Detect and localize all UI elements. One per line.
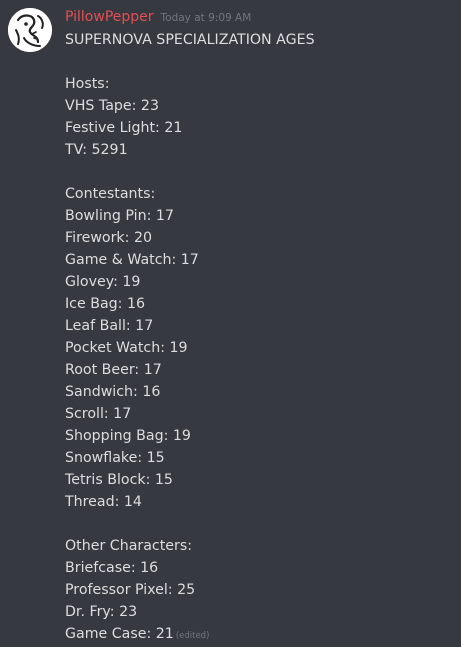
others-heading: Other Characters: [65,538,193,554]
host-entry: Festive Light: 21 [65,120,183,136]
host-entry: VHS Tape: 23 [65,98,159,114]
edited-label: (edited) [175,631,210,641]
other-entry: Dr. Fry: 23 [65,604,138,620]
contestants-heading: Contestants: [65,186,156,202]
other-entry: Briefcase: 16 [65,560,159,576]
contestant-entry: Tetris Block: 15 [65,472,173,488]
user-avatar[interactable] [8,8,52,52]
contestant-entry: Sandwich: 16 [65,384,161,400]
contestant-entry: Thread: 14 [65,494,142,510]
chat-message: PillowPepper Today at 9:09 AM SUPERNOVA … [0,0,461,644]
contestant-entry: Root Beer: 17 [65,362,162,378]
contestant-entry: Bowling Pin: 17 [65,208,174,224]
contestant-entry: Firework: 20 [65,230,152,246]
message-header: PillowPepper Today at 9:09 AM [65,9,251,27]
other-entry-last: Game Case: 21 (edited) [65,623,455,645]
timestamp[interactable]: Today at 9:09 AM [161,12,252,24]
contestant-entry: Snowflake: 15 [65,450,165,466]
message-content: SUPERNOVA SPECIALIZATION AGES Hosts: VHS… [65,29,455,645]
contestant-entry: Scroll: 17 [65,406,132,422]
hosts-heading: Hosts: [65,76,110,92]
contestant-entry: Game & Watch: 17 [65,252,199,268]
contestant-entry: Ice Bag: 16 [65,296,145,312]
avatar-doodle-icon [8,8,52,52]
contestant-entry: Shopping Bag: 19 [65,428,191,444]
contestant-entry: Leaf Ball: 17 [65,318,154,334]
other-entry: Professor Pixel: 25 [65,582,196,598]
other-entry-text: Game Case: 21 [65,626,174,642]
username[interactable]: PillowPepper [65,9,154,25]
contestant-entry: Pocket Watch: 19 [65,340,188,356]
contestant-entry: Glovey: 19 [65,274,141,290]
host-entry: TV: 5291 [65,142,128,158]
message-title: SUPERNOVA SPECIALIZATION AGES [65,32,315,48]
